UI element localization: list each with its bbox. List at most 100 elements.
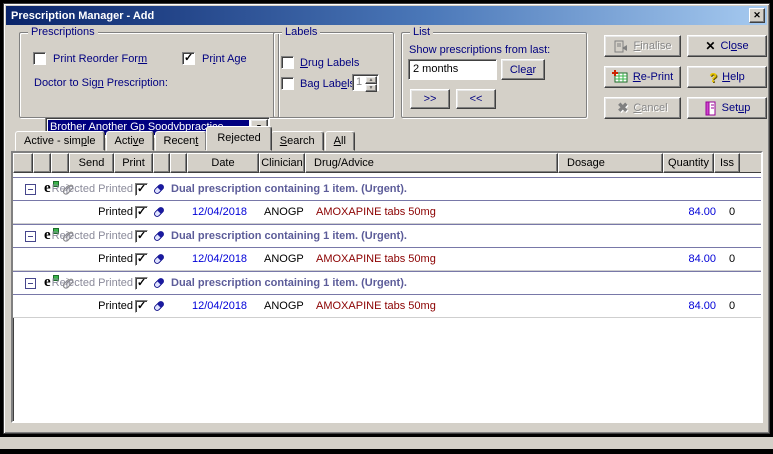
cancel-button-label: Cancel (633, 102, 667, 114)
group-status-text: Rejected Printed (51, 272, 133, 294)
item-clinician: ANOGP (264, 248, 304, 270)
column-header-dosage[interactable]: Dosage (558, 153, 663, 173)
range-input-value: 2 months (413, 63, 458, 75)
column-header-date[interactable]: Date (187, 153, 259, 173)
help-button[interactable]: ? Help (687, 66, 767, 88)
item-drug-name: AMOXAPINE tabs 50mg (316, 248, 436, 270)
row-checkbox[interactable]: ✓ (135, 277, 148, 290)
background-strip (0, 437, 773, 449)
cancel-stamp-icon: ✖ (617, 100, 628, 116)
prescriptions-group-legend: Prescriptions (28, 26, 98, 38)
help-question-icon: ? (709, 70, 717, 85)
close-button[interactable]: ✕ Close (687, 35, 767, 57)
column-header-blank[interactable] (153, 153, 170, 173)
close-x-icon: ✕ (705, 39, 715, 53)
prescription-item-row[interactable]: Printed ✓ 12/04/2018 ANOGP AMOXAPINE tab… (13, 248, 761, 271)
tab-all[interactable]: All (325, 131, 355, 151)
row-checkbox[interactable]: ✓ (135, 206, 148, 219)
finalise-button[interactable]: Finalise (604, 35, 681, 57)
window-title: Prescription Manager - Add (11, 10, 154, 22)
back-range-label: << (470, 93, 483, 105)
group-summary-text: Dual prescription containing 1 item. (Ur… (171, 225, 407, 247)
cancel-button[interactable]: ✖ Cancel (604, 97, 681, 119)
drug-labels-label: Drug Labels (300, 57, 359, 69)
capsule-icon (152, 276, 166, 290)
column-header-clinician[interactable]: Clinician (259, 153, 305, 173)
column-header-blank[interactable] (51, 153, 69, 173)
tab-active[interactable]: Active (106, 131, 154, 151)
labels-group: Labels Drug Labels Bag Labels: 1 ▲ ▼ (273, 32, 394, 118)
title-bar[interactable]: Prescription Manager - Add ✕ (6, 6, 767, 25)
column-header-print[interactable]: Print (114, 153, 153, 173)
print-age-checkbox[interactable]: ✓ (182, 52, 195, 65)
column-header-send[interactable]: Send (69, 153, 114, 173)
clear-button[interactable]: Clear (501, 59, 545, 80)
window-close-button[interactable]: ✕ (749, 8, 765, 23)
checkmark-icon: ✓ (184, 51, 193, 64)
prescription-item-row[interactable]: Printed ✓ 12/04/2018 ANOGP AMOXAPINE tab… (13, 201, 761, 224)
item-quantity: 84.00 (658, 201, 716, 223)
capsule-icon (152, 182, 166, 196)
reprint-button[interactable]: Re-Print (604, 66, 681, 88)
print-age-label: Print Age (202, 53, 247, 65)
group-summary-text: Dual prescription containing 1 item. (Ur… (171, 178, 407, 200)
item-status-text: Printed (51, 295, 133, 317)
bag-labels-label: Bag Labels: (300, 78, 358, 90)
column-header-quantity[interactable]: Quantity (663, 153, 714, 173)
item-quantity: 84.00 (658, 295, 716, 317)
collapse-minus-icon[interactable] (25, 278, 36, 289)
labels-group-legend: Labels (282, 26, 320, 38)
row-checkbox[interactable]: ✓ (135, 183, 148, 196)
prescription-group-row[interactable]: e Rejected Printed ✓ Dual prescription c… (13, 271, 761, 295)
row-checkbox[interactable]: ✓ (135, 230, 148, 243)
collapse-minus-icon[interactable] (25, 231, 36, 242)
item-clinician: ANOGP (264, 295, 304, 317)
finalise-button-label: Finalise (634, 40, 672, 52)
item-quantity: 84.00 (658, 248, 716, 270)
range-input[interactable]: 2 months (408, 59, 497, 80)
spinner-down-icon[interactable]: ▼ (365, 84, 377, 92)
list-rows: e Rejected Printed ✓ Dual prescription c… (13, 173, 761, 318)
tab-search[interactable]: Search (271, 131, 324, 151)
column-header-blank[interactable] (33, 153, 51, 173)
item-date: 12/04/2018 (192, 248, 247, 270)
collapse-minus-icon[interactable] (25, 184, 36, 195)
reprint-button-label: Re-Print (633, 71, 673, 83)
list-group-legend: List (410, 26, 433, 38)
item-date: 12/04/2018 (192, 201, 247, 223)
column-header-drug-advice[interactable]: Drug/Advice (305, 153, 558, 173)
list-group: List Show prescriptions from last: 2 mon… (401, 32, 587, 118)
prescription-group-row[interactable]: e Rejected Printed ✓ Dual prescription c… (13, 177, 761, 201)
help-button-label: Help (722, 71, 745, 83)
row-checkbox[interactable]: ✓ (135, 253, 148, 266)
prescription-list-panel: SendPrint DateClinicianDrug/AdviceDosageQ… (11, 151, 763, 423)
setup-button-label: Setup (722, 102, 751, 114)
forward-range-label: >> (424, 93, 437, 105)
reprint-icon (612, 70, 628, 84)
checkmark-icon: ✓ (137, 182, 146, 195)
bag-labels-spinner[interactable]: 1 ▲ ▼ (352, 74, 379, 91)
forward-range-button[interactable]: >> (410, 89, 450, 109)
spinner-up-icon[interactable]: ▲ (365, 76, 377, 84)
drug-labels-checkbox[interactable] (281, 56, 294, 69)
bag-labels-checkbox[interactable] (281, 77, 294, 90)
bag-labels-count: 1 (356, 76, 362, 88)
back-range-button[interactable]: << (456, 89, 496, 109)
show-prescriptions-label: Show prescriptions from last: (409, 44, 550, 56)
column-header-iss[interactable]: Iss (714, 153, 740, 173)
doctor-to-sign-label: Doctor to Sign Prescription: (34, 77, 168, 89)
tab-rejected[interactable]: Rejected (206, 126, 271, 151)
row-checkbox[interactable]: ✓ (135, 300, 148, 313)
column-header-blank[interactable] (170, 153, 187, 173)
checkmark-icon: ✓ (137, 229, 146, 242)
column-header-blank[interactable] (13, 153, 33, 173)
close-button-label: Close (720, 40, 748, 52)
tab-active-simple[interactable]: Active - simple (15, 131, 105, 151)
item-drug-name: AMOXAPINE tabs 50mg (316, 295, 436, 317)
print-reorder-checkbox[interactable] (33, 52, 46, 65)
tab-recent[interactable]: Recent (155, 131, 208, 151)
setup-button[interactable]: Setup (687, 97, 767, 119)
prescription-item-row[interactable]: Printed ✓ 12/04/2018 ANOGP AMOXAPINE tab… (13, 295, 761, 318)
group-summary-text: Dual prescription containing 1 item. (Ur… (171, 272, 407, 294)
prescription-group-row[interactable]: e Rejected Printed ✓ Dual prescription c… (13, 224, 761, 248)
